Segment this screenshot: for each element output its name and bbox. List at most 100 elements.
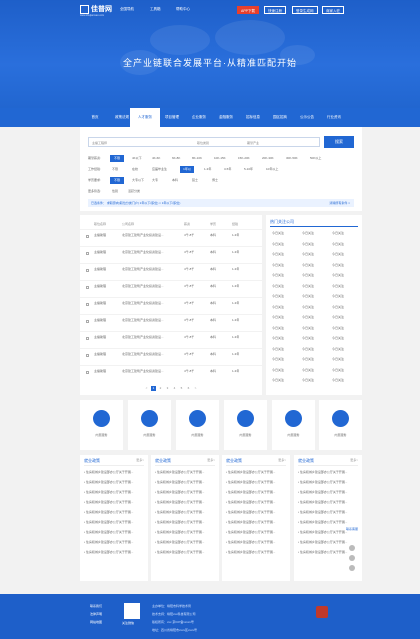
policy-item[interactable]: • 住房和城乡建设部办公厅关于开展... (155, 510, 215, 514)
policy-item[interactable]: • 住房和城乡建设部办公厅关于开展... (84, 470, 144, 474)
service-tile[interactable]: 内页服务 (80, 400, 123, 450)
filter-chip[interactable]: 4K-6K (150, 155, 162, 162)
policy-item[interactable]: • 住房和城乡建设部办公厅关于开展... (226, 540, 286, 544)
table-row[interactable]: 主播助理 北京建工建筑产业化投资建设... 4千-8千 本科 1-3年 (80, 365, 262, 381)
nav-all-cities[interactable]: 全国导航 (120, 7, 134, 12)
hot-company-link[interactable]: 今日关注 (272, 305, 300, 309)
job-name[interactable]: 主播助理 (94, 301, 106, 305)
company-name[interactable]: 北京建工建筑产业化投资建设... (122, 267, 180, 271)
policy-more-link[interactable]: 更多> (350, 458, 358, 462)
policy-item[interactable]: • 住房和城乡建设部办公厅关于开展... (84, 490, 144, 494)
hot-company-link[interactable]: 今日关注 (302, 378, 330, 382)
filter-chip[interactable]: 博士 (210, 177, 220, 184)
hot-company-link[interactable]: 今日关注 (332, 231, 360, 235)
service-tile[interactable]: 内页服务 (272, 400, 315, 450)
filter-chip[interactable]: 1年以下 (180, 166, 194, 178)
policy-item[interactable]: • 住房和城乡建设部办公厅关于开展... (298, 480, 358, 484)
filter-chip[interactable]: 硕士 (190, 177, 200, 184)
hot-company-link[interactable]: 今日关注 (302, 326, 330, 330)
policy-more-link[interactable]: 更多> (136, 458, 144, 462)
job-name[interactable]: 主播助理 (94, 267, 106, 271)
job-name[interactable]: 主播助理 (94, 250, 106, 254)
hot-company-link[interactable]: 今日关注 (272, 357, 300, 361)
job-category-select[interactable]: 职位类别 (197, 141, 209, 145)
hot-company-link[interactable]: 今日关注 (302, 357, 330, 361)
filter-chip[interactable]: 3-5年 (222, 166, 233, 173)
page-number[interactable]: 3 (165, 386, 170, 391)
policy-item[interactable]: • 住房和城乡建设部办公厅关于开展... (84, 500, 144, 504)
page-number[interactable]: 5 (179, 386, 184, 391)
company-name[interactable]: 北京建工建筑产业化投资建设... (122, 301, 180, 305)
filter-chip[interactable]: 5-10年 (242, 166, 255, 173)
hot-company-link[interactable]: 今日关注 (272, 368, 300, 372)
policy-item[interactable]: • 住房和城乡建设部办公厅关于开展... (226, 470, 286, 474)
hot-company-link[interactable]: 今日关注 (272, 263, 300, 267)
row-checkbox[interactable] (86, 286, 89, 289)
hot-company-link[interactable]: 今日关注 (272, 294, 300, 298)
policy-item[interactable]: • 住房和城乡建设部办公厅关于开展... (298, 490, 358, 494)
nav-help[interactable]: 帮助中心 (176, 7, 190, 12)
policy-item[interactable]: • 住房和城乡建设部办公厅关于开展... (155, 490, 215, 494)
company-name[interactable]: 北京建工建筑产业化投资建设... (122, 335, 180, 339)
page-number[interactable]: 1 (151, 386, 156, 391)
page-next[interactable]: > (193, 386, 198, 391)
filter-chip[interactable]: 不限 (110, 177, 124, 184)
company-name[interactable]: 北京建工建筑产业化投资建设... (122, 352, 180, 356)
hot-company-link[interactable]: 今日关注 (272, 231, 300, 235)
policy-item[interactable]: • 住房和城乡建设部办公厅关于开展... (226, 500, 286, 504)
row-checkbox[interactable] (86, 371, 89, 374)
policy-more-link[interactable]: 更多> (207, 458, 215, 462)
hot-company-link[interactable]: 今日关注 (302, 263, 330, 267)
hot-company-link[interactable]: 今日关注 (302, 231, 330, 235)
merchant-join-button[interactable]: 商家入驻 (322, 6, 344, 14)
filter-chip[interactable]: 15K-20K (236, 155, 252, 162)
chat-icon[interactable] (349, 555, 355, 561)
policy-item[interactable]: • 住房和城乡建设部办公厅关于开展... (84, 550, 144, 554)
hot-company-link[interactable]: 今日关注 (302, 294, 330, 298)
row-checkbox[interactable] (86, 354, 89, 357)
footer-link[interactable]: 法律声明 (90, 612, 102, 616)
nav-news[interactable]: 行业资讯 (319, 108, 349, 127)
hot-company-link[interactable]: 今日关注 (272, 273, 300, 277)
policy-item[interactable]: • 住房和城乡建设部办公厅关于开展... (298, 520, 358, 524)
site-logo[interactable]: 佳普网 (80, 4, 112, 14)
row-checkbox[interactable] (86, 235, 89, 238)
hot-company-link[interactable]: 今日关注 (332, 263, 360, 267)
industry-select[interactable]: 期望产业 (247, 141, 259, 145)
job-name[interactable]: 主播助理 (94, 352, 106, 356)
filter-chip[interactable]: 1-3年 (202, 166, 213, 173)
policy-item[interactable]: • 住房和城乡建设部办公厅关于开展... (84, 480, 144, 484)
policy-item[interactable]: • 住房和城乡建设部办公厅关于开展... (298, 500, 358, 504)
table-row[interactable]: 主播助理 北京建工建筑产业化投资建设... 4千-8千 本科 1-3年 (80, 246, 262, 262)
hot-company-link[interactable]: 今日关注 (332, 357, 360, 361)
employer-login-button[interactable]: 登录生成网 (292, 6, 318, 14)
filter-chip[interactable]: 大专 (150, 177, 160, 184)
filter-chip[interactable]: 10年以上 (264, 166, 280, 173)
page-number[interactable]: 2 (158, 386, 163, 391)
filter-chip[interactable]: 10K-15K (212, 155, 228, 162)
hot-company-link[interactable]: 今日关注 (332, 336, 360, 340)
company-name[interactable]: 北京建工建筑产业化投资建设... (122, 318, 180, 322)
service-tile[interactable]: 内页服务 (176, 400, 219, 450)
filter-chip[interactable]: 30K-50K (284, 155, 300, 162)
policy-item[interactable]: • 住房和城乡建设部办公厅关于开展... (155, 480, 215, 484)
hot-company-link[interactable]: 今日关注 (272, 336, 300, 340)
user-icon[interactable] (349, 545, 355, 551)
hot-company-link[interactable]: 今日关注 (302, 315, 330, 319)
filter-chip[interactable]: 50K以上 (308, 155, 323, 162)
hot-company-link[interactable]: 今日关注 (302, 252, 330, 256)
job-name[interactable]: 主播助理 (94, 284, 106, 288)
policy-item[interactable]: • 住房和城乡建设部办公厅关于开展... (298, 470, 358, 474)
job-name[interactable]: 主播助理 (94, 335, 106, 339)
hot-company-link[interactable]: 今日关注 (332, 368, 360, 372)
contact-label[interactable]: 联系客服 (346, 527, 358, 531)
policy-item[interactable]: • 住房和城乡建设部办公厅关于开展... (226, 490, 286, 494)
filter-chip[interactable]: 6K-8K (170, 155, 182, 162)
hot-company-link[interactable]: 今日关注 (272, 242, 300, 246)
policy-item[interactable]: • 住房和城乡建设部办公厅关于开展... (298, 510, 358, 514)
register-button[interactable]: 快速注册 (264, 6, 286, 14)
footer-link[interactable]: 网站地图 (90, 620, 102, 624)
hot-company-link[interactable]: 今日关注 (272, 315, 300, 319)
policy-item[interactable]: • 住房和城乡建设部办公厅关于开展... (226, 520, 286, 524)
row-checkbox[interactable] (86, 303, 89, 306)
